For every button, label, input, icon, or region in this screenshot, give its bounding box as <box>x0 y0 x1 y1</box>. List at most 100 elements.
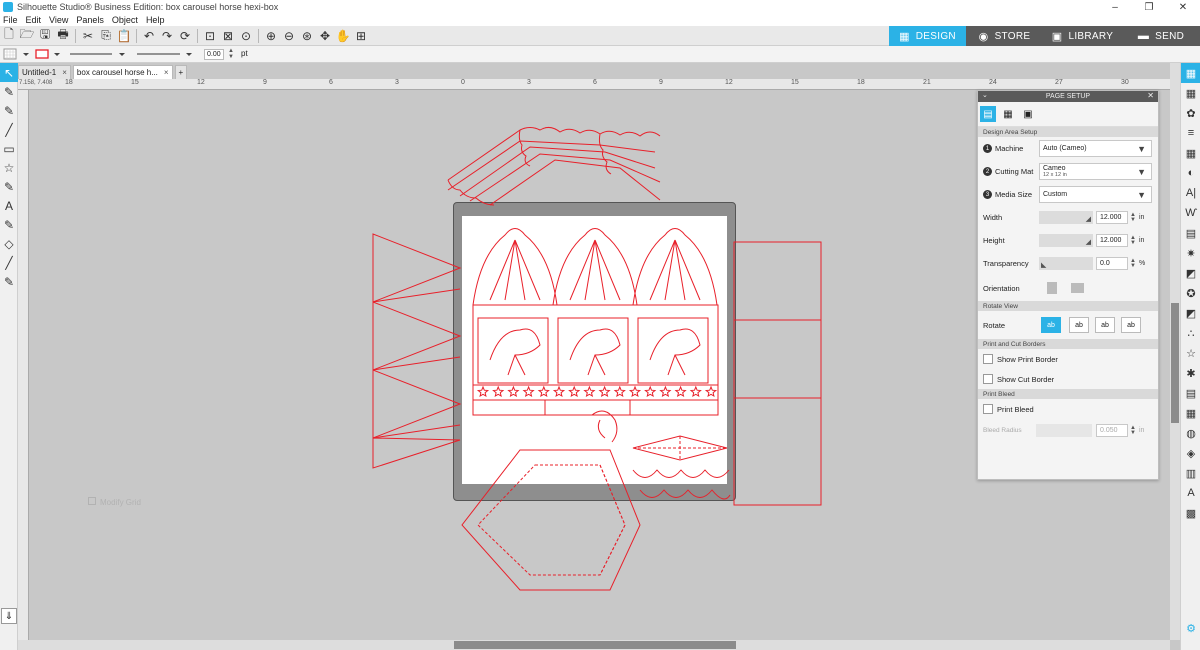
star-row[interactable] <box>476 385 718 398</box>
chevron-down-icon: ▼ <box>1137 189 1146 200</box>
grid-tab-icon[interactable]: ▦ <box>1000 106 1016 122</box>
star-shape[interactable] <box>537 385 550 398</box>
fill-gradient-icon[interactable]: ◐ <box>1181 163 1200 183</box>
font-icon[interactable]: A <box>1181 483 1200 503</box>
offset-icon[interactable]: ◩ <box>1181 303 1200 323</box>
slider-handle-icon[interactable]: ◢ <box>1086 215 1091 223</box>
layers-icon[interactable]: ▤ <box>1181 383 1200 403</box>
transform-icon[interactable]: ✷ <box>1181 243 1200 263</box>
star-shape[interactable] <box>552 385 566 398</box>
print-bleed-row[interactable]: Print Bleed <box>978 399 1158 419</box>
transparency-stepper[interactable]: ▲ ▼ <box>1130 258 1136 269</box>
design-store-icon[interactable]: ✿ <box>1181 103 1200 123</box>
show-print-border-checkbox[interactable] <box>983 354 993 364</box>
cutting-mat-text: Cameo 12 x 12 in <box>1043 165 1067 179</box>
chevron-down-icon: ▼ <box>1137 143 1146 154</box>
height-unit: in <box>1139 237 1145 244</box>
close-panel-icon[interactable]: ✕ <box>1147 91 1154 100</box>
width-stepper[interactable]: ▲ ▼ <box>1130 212 1136 223</box>
star-shape[interactable] <box>507 385 520 398</box>
star-shape[interactable] <box>522 385 535 398</box>
star-shape[interactable] <box>659 385 672 398</box>
transparency-unit: % <box>1139 260 1146 267</box>
star-shape[interactable] <box>492 385 505 398</box>
nesting-icon[interactable]: ▦ <box>1181 403 1200 423</box>
diamond-and-scallops[interactable] <box>591 410 731 500</box>
pattern-icon[interactable]: ▩ <box>1181 503 1200 523</box>
left-triangle-tabs[interactable] <box>372 233 462 469</box>
modify-icon[interactable]: ✪ <box>1181 283 1200 303</box>
star-shape[interactable] <box>644 385 657 398</box>
sketch-icon[interactable]: Ⱳ <box>1181 203 1200 223</box>
text-style-icon[interactable]: A| <box>1181 183 1200 203</box>
horizontal-scroll-thumb[interactable] <box>454 641 736 649</box>
fill-color-icon[interactable]: ▦ <box>1181 143 1200 163</box>
star-shape[interactable] <box>583 385 596 398</box>
stencil-icon[interactable]: ▥ <box>1181 463 1200 483</box>
star-shape[interactable] <box>476 385 490 398</box>
width-row: Width ◢ 12.000 ▲ ▼ in <box>978 206 1158 229</box>
right-rectangle-tabs[interactable] <box>733 241 822 506</box>
show-cut-border-checkbox[interactable] <box>983 374 993 384</box>
star-shape[interactable] <box>704 385 718 398</box>
vertical-scrollbar[interactable] <box>1170 63 1180 640</box>
portrait-icon[interactable] <box>1047 282 1057 294</box>
height-input[interactable]: 12.000 <box>1096 234 1128 247</box>
horizontal-scrollbar[interactable] <box>18 640 1170 650</box>
transparency-slider[interactable]: ◣ <box>1039 257 1093 270</box>
rotate-180-button[interactable]: ab <box>1095 317 1115 333</box>
library-panel-icon[interactable]: ≡ <box>1181 123 1200 143</box>
media-size-label: Media Size <box>995 190 1033 199</box>
replicate-icon[interactable]: ◩ <box>1181 263 1200 283</box>
machine-select[interactable]: Auto (Cameo) ▼ <box>1039 140 1152 157</box>
print-bleed-checkbox[interactable] <box>983 404 993 414</box>
section-print-bleed: Print Bleed <box>978 389 1158 399</box>
page-setup-icon[interactable]: ▦ <box>1181 63 1200 83</box>
rotate-0-button[interactable]: ab <box>1041 317 1061 333</box>
library-sort-icon[interactable]: ◍ <box>1181 423 1200 443</box>
registration-tab-icon[interactable]: ▣ <box>1020 106 1036 122</box>
width-slider[interactable]: ◢ <box>1039 211 1093 224</box>
send-panel-icon[interactable]: ▦ <box>1181 83 1200 103</box>
section-design-area: Design Area Setup <box>978 127 1158 137</box>
height-slider[interactable]: ◢ <box>1039 234 1093 247</box>
panel-tabs: ▤ ▦ ▣ <box>978 102 1158 127</box>
star-shape[interactable] <box>689 385 702 398</box>
bleed-radius-unit: in <box>1139 427 1145 434</box>
show-cut-border-row[interactable]: Show Cut Border <box>978 369 1158 389</box>
print-bleed-label: Print Bleed <box>997 404 1034 414</box>
cutting-mat-label: Cutting Mat <box>995 167 1034 176</box>
media-size-select[interactable]: Custom ▼ <box>1039 186 1152 203</box>
scalloped-chevron-strips[interactable] <box>447 126 661 206</box>
star-shape[interactable] <box>628 385 642 398</box>
rhinestone-icon[interactable]: ☆ <box>1181 343 1200 363</box>
star-shape[interactable] <box>598 385 611 398</box>
slider-handle-icon[interactable]: ◣ <box>1041 261 1046 269</box>
hexagon-lid[interactable] <box>461 449 641 591</box>
settings-gear-icon[interactable]: ⚙ <box>1181 618 1200 638</box>
slider-handle-icon[interactable]: ◢ <box>1086 238 1091 246</box>
panel-header: ⌄ PAGE SETUP ✕ <box>978 91 1158 102</box>
star-shape[interactable] <box>568 385 581 398</box>
transparency-input[interactable]: 0.0 <box>1096 257 1128 270</box>
chevron-down-icon: ▼ <box>1137 166 1146 177</box>
cutting-mat-select[interactable]: Cameo 12 x 12 in ▼ <box>1039 163 1152 180</box>
star-shape[interactable] <box>613 385 626 398</box>
eraser-panel-icon[interactable]: ✱ <box>1181 363 1200 383</box>
page-setup-panel: ⌄ PAGE SETUP ✕ ▤ ▦ ▣ Design Area Setup 1… <box>977 90 1159 480</box>
vertical-scroll-thumb[interactable] <box>1171 303 1179 423</box>
align-icon[interactable]: ▤ <box>1181 223 1200 243</box>
star-shape[interactable] <box>674 385 687 398</box>
height-stepper[interactable]: ▲ ▼ <box>1130 235 1136 246</box>
shadow-icon[interactable]: ◈ <box>1181 443 1200 463</box>
landscape-icon[interactable] <box>1071 283 1084 293</box>
collapse-panel-icon[interactable]: ⌄ <box>982 91 988 99</box>
show-print-border-row[interactable]: Show Print Border <box>978 349 1158 369</box>
trace-icon[interactable]: ∴ <box>1181 323 1200 343</box>
rotate-270-button[interactable]: ab <box>1121 317 1141 333</box>
rotate-90-button[interactable]: ab <box>1069 317 1089 333</box>
carousel-panels[interactable] <box>472 228 719 416</box>
width-input[interactable]: 12.000 <box>1096 211 1128 224</box>
bleed-radius-slider <box>1036 424 1092 437</box>
page-tab-icon[interactable]: ▤ <box>980 106 996 122</box>
